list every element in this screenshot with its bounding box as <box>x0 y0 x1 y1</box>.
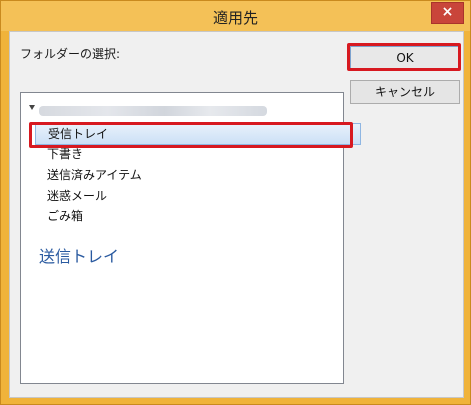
close-button[interactable]: × <box>431 2 464 24</box>
close-icon: × <box>441 4 454 20</box>
cancel-button[interactable]: キャンセル <box>350 80 460 104</box>
ok-button[interactable]: OK <box>350 46 460 70</box>
account-name-redacted <box>39 106 267 116</box>
title-bar[interactable]: 適用先 × <box>1 1 470 31</box>
folder-select-label: フォルダーの選択: <box>20 47 121 61</box>
collapse-arrow-icon[interactable] <box>29 105 35 110</box>
tree-item-inbox[interactable]: 受信トレイ <box>35 123 361 145</box>
selected-folder-caption: 送信トレイ <box>39 247 120 266</box>
folder-tree[interactable]: 受信トレイ 下書き 送信済みアイテム 迷惑メール ごみ箱 送信トレイ <box>20 92 361 384</box>
window-title: 適用先 <box>212 9 258 27</box>
dialog-window: 適用先 × フォルダーの選択: OK キャンセル 受信トレイ 下書き 送信済みア… <box>0 0 471 405</box>
tree-item-drafts[interactable]: 下書き <box>47 145 83 163</box>
dialog-body: フォルダーの選択: OK キャンセル 受信トレイ 下書き 送信済みアイテム 迷惑… <box>9 31 464 398</box>
tree-item-trash[interactable]: ごみ箱 <box>47 207 83 225</box>
tree-account-node[interactable] <box>29 103 269 119</box>
tree-item-sent[interactable]: 送信済みアイテム <box>47 166 142 184</box>
tree-item-junk[interactable]: 迷惑メール <box>47 187 107 205</box>
